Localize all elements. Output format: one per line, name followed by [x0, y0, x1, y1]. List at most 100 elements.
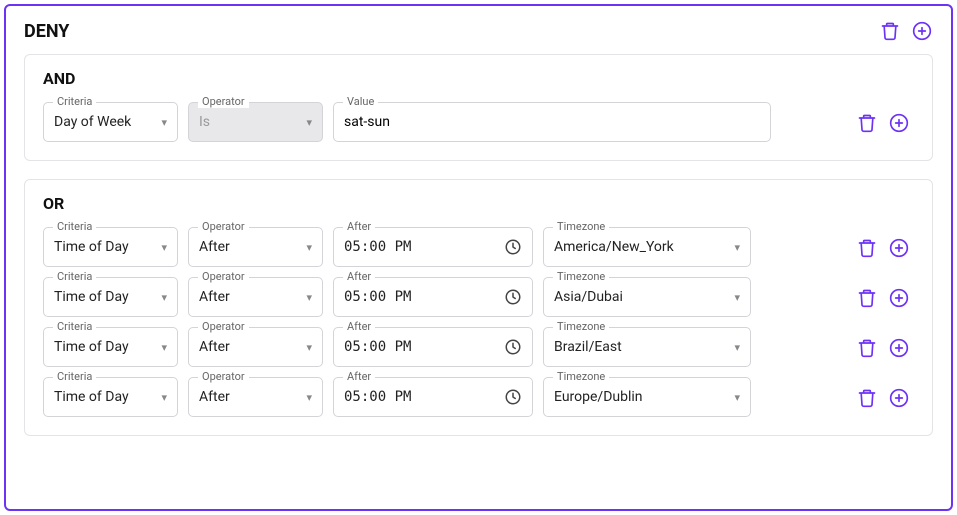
clock-icon	[504, 238, 522, 256]
add-row-button[interactable]	[888, 287, 910, 309]
clock-icon	[504, 338, 522, 356]
timezone-value: Asia/Dubai	[554, 289, 623, 305]
operator-select[interactable]: After ▾	[188, 227, 323, 267]
trash-icon	[857, 338, 877, 358]
condition-row: Criteria Time of Day ▾ Operator After ▾ …	[43, 227, 914, 267]
timezone-select[interactable]: Europe/Dublin▾	[543, 377, 751, 417]
after-input[interactable]: 05:00 PM	[333, 377, 533, 417]
criteria-select[interactable]: Day of Week ▾	[43, 102, 178, 142]
criteria-select[interactable]: Time of Day▾	[43, 327, 178, 367]
timezone-select[interactable]: Asia/Dubai ▾	[543, 277, 751, 317]
or-group-panel: OR Criteria Time of Day ▾ Operator After…	[24, 179, 933, 436]
chevron-down-icon: ▾	[161, 341, 167, 354]
operator-select[interactable]: After ▾	[188, 377, 323, 417]
group-title: OR	[43, 194, 914, 213]
operator-value: After	[199, 239, 230, 255]
chevron-down-icon: ▾	[306, 291, 312, 304]
criteria-field: Criteria Day of Week ▾	[43, 102, 178, 142]
chevron-down-icon: ▾	[734, 241, 740, 254]
after-input[interactable]: 05:00 PM	[333, 277, 533, 317]
timezone-value: America/New_York	[554, 239, 674, 255]
after-label: After	[343, 270, 375, 283]
operator-field: Operator Is ▾	[188, 102, 323, 142]
after-label: After	[343, 320, 375, 333]
criteria-label: Criteria	[53, 270, 96, 283]
add-icon	[889, 338, 909, 358]
operator-value: After	[199, 389, 230, 405]
delete-row-button[interactable]	[856, 112, 878, 134]
criteria-select[interactable]: Time of Day▾	[43, 277, 178, 317]
chevron-down-icon: ▾	[306, 391, 312, 404]
delete-row-button[interactable]	[856, 337, 878, 359]
clock-icon	[504, 388, 522, 406]
criteria-label: Criteria	[53, 370, 96, 383]
criteria-select[interactable]: Time of Day▾	[43, 377, 178, 417]
chevron-down-icon: ▾	[161, 116, 167, 129]
row-actions	[856, 112, 914, 142]
timezone-field: Timezone America/New_York ▾	[543, 227, 751, 267]
delete-row-button[interactable]	[856, 287, 878, 309]
add-icon	[912, 21, 932, 41]
add-row-button[interactable]	[888, 387, 910, 409]
operator-label: Operator	[198, 220, 249, 233]
add-row-button[interactable]	[888, 337, 910, 359]
condition-row: Criteria Day of Week ▾ Operator Is ▾ Val…	[43, 102, 914, 142]
delete-row-button[interactable]	[856, 387, 878, 409]
operator-label: Operator	[198, 95, 249, 108]
add-icon	[889, 113, 909, 133]
criteria-label: Criteria	[53, 95, 96, 108]
condition-row: Criteria Time of Day▾ Operator After▾ Af…	[43, 377, 914, 417]
criteria-field: Criteria Time of Day ▾	[43, 227, 178, 267]
trash-icon	[857, 288, 877, 308]
chevron-down-icon: ▾	[306, 341, 312, 354]
criteria-select[interactable]: Time of Day ▾	[43, 227, 178, 267]
row-actions	[856, 287, 914, 317]
value-label: Value	[343, 95, 378, 108]
chevron-down-icon: ▾	[734, 391, 740, 404]
operator-field: Operator After ▾	[188, 227, 323, 267]
value-input-wrap[interactable]	[333, 102, 771, 142]
row-actions	[856, 387, 914, 417]
chevron-down-icon: ▾	[161, 241, 167, 254]
add-icon	[889, 238, 909, 258]
criteria-value: Day of Week	[54, 114, 131, 130]
delete-policy-button[interactable]	[879, 20, 901, 42]
add-icon	[889, 388, 909, 408]
timezone-label: Timezone	[553, 370, 609, 383]
after-input[interactable]: 05:00 PM	[333, 227, 533, 267]
operator-select[interactable]: After ▾	[188, 327, 323, 367]
add-policy-button[interactable]	[911, 20, 933, 42]
after-label: After	[343, 370, 375, 383]
and-group-panel: AND Criteria Day of Week ▾ Operator Is ▾…	[24, 54, 933, 161]
chevron-down-icon: ▾	[734, 341, 740, 354]
trash-icon	[857, 388, 877, 408]
clock-icon	[504, 288, 522, 306]
value-input[interactable]	[344, 114, 760, 130]
after-input[interactable]: 05:00 PM	[333, 327, 533, 367]
condition-row: Criteria Time of Day▾ Operator After▾ Af…	[43, 277, 914, 317]
timezone-label: Timezone	[553, 220, 609, 233]
criteria-value: Time of Day	[54, 239, 129, 255]
panel-actions	[879, 20, 933, 42]
panel-title: DENY	[24, 21, 69, 42]
timezone-select[interactable]: Brazil/East ▾	[543, 327, 751, 367]
group-title: AND	[43, 69, 914, 88]
chevron-down-icon: ▾	[734, 291, 740, 304]
criteria-label: Criteria	[53, 320, 96, 333]
operator-select: Is ▾	[188, 102, 323, 142]
after-value: 05:00 PM	[344, 289, 411, 305]
delete-row-button[interactable]	[856, 237, 878, 259]
timezone-label: Timezone	[553, 270, 609, 283]
criteria-value: Time of Day	[54, 389, 129, 405]
add-row-button[interactable]	[888, 112, 910, 134]
add-icon	[889, 288, 909, 308]
row-actions	[856, 237, 914, 267]
timezone-select[interactable]: America/New_York ▾	[543, 227, 751, 267]
operator-select[interactable]: After▾	[188, 277, 323, 317]
operator-value: After	[199, 339, 230, 355]
add-row-button[interactable]	[888, 237, 910, 259]
trash-icon	[857, 113, 877, 133]
after-label: After	[343, 220, 375, 233]
timezone-value: Brazil/East	[554, 339, 622, 355]
operator-label: Operator	[198, 370, 249, 383]
